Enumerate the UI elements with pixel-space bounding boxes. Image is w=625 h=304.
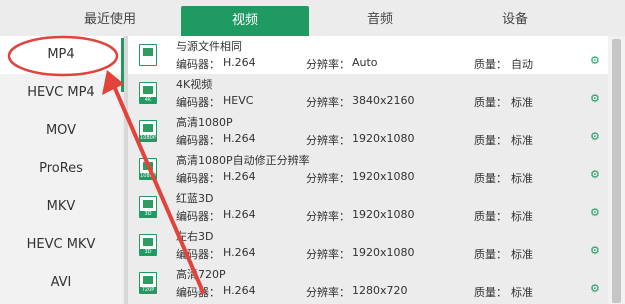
- badge-label: 3D: [140, 211, 156, 217]
- gear-icon[interactable]: ⚙: [590, 169, 600, 180]
- resolution-value: 1920x1080: [352, 132, 415, 145]
- quality-label: 质量：: [474, 96, 507, 109]
- sidebar-item-mov[interactable]: MOV: [0, 112, 122, 150]
- encoder-label: 编码器：: [176, 134, 220, 147]
- resolution-label: 分辨率：: [306, 96, 350, 109]
- badge-label: 3D: [140, 249, 156, 255]
- preset-name: 左右3D: [176, 230, 214, 243]
- 3d-icon: 3D: [139, 234, 157, 256]
- format-tab-bar: 最近使用 视频 音频 设备: [0, 0, 625, 36]
- tab-recent[interactable]: 最近使用: [60, 0, 160, 36]
- preset-name: 高清720P: [176, 268, 226, 281]
- tab-audio[interactable]: 音频: [330, 0, 430, 36]
- quality-label: 质量：: [474, 210, 507, 223]
- scrollbar-thumb[interactable]: [612, 39, 621, 303]
- resolution-label: 分辨率：: [306, 210, 350, 223]
- badge-label: 1080P: [140, 135, 156, 141]
- resolution-value: 1920x1080: [352, 246, 415, 259]
- sidebar-item-hevc-mkv[interactable]: HEVC MKV: [0, 226, 122, 264]
- tab-video[interactable]: 视频: [181, 6, 309, 36]
- badge-label: 1080P: [140, 173, 156, 179]
- preset-name: 红蓝3D: [176, 192, 214, 205]
- badge-label: 4K: [140, 97, 156, 103]
- sidebar-item-mkv[interactable]: MKV: [0, 188, 122, 226]
- resolution-label: 分辨率：: [306, 172, 350, 185]
- preset-row[interactable]: 1080P 高清1080P 编码器： H.264 分辨率： 1920x1080 …: [128, 112, 608, 150]
- preset-row[interactable]: 3D 红蓝3D 编码器： H.264 分辨率： 1920x1080 质量： 标准…: [128, 188, 608, 226]
- quality-value: 标准: [511, 210, 533, 223]
- encoder-value: H.264: [223, 284, 256, 297]
- preset-name: 高清1080P: [176, 116, 233, 129]
- 4k-icon: 4K: [139, 82, 157, 104]
- encoder-value: H.264: [223, 170, 256, 183]
- encoder-label: 编码器：: [176, 58, 220, 71]
- encoder-label: 编码器：: [176, 172, 220, 185]
- preset-name: 高清1080P自动修正分辨率: [176, 154, 310, 167]
- resolution-label: 分辨率：: [306, 248, 350, 261]
- encoder-label: 编码器：: [176, 248, 220, 261]
- resolution-value: Auto: [352, 56, 378, 69]
- sidebar-item-avi[interactable]: AVI: [0, 264, 122, 302]
- quality-label: 质量：: [474, 134, 507, 147]
- encoder-value: H.264: [223, 246, 256, 259]
- gear-icon[interactable]: ⚙: [590, 283, 600, 294]
- gear-icon[interactable]: ⚙: [590, 245, 600, 256]
- preset-row[interactable]: 3D 左右3D 编码器： H.264 分辨率： 1920x1080 质量： 标准…: [128, 226, 608, 264]
- preset-name: 4K视频: [176, 78, 213, 91]
- preset-row[interactable]: 720P 高清720P 编码器： H.264 分辨率： 1280x720 质量：…: [128, 264, 608, 302]
- quality-value: 标准: [511, 96, 533, 109]
- preset-list: 与源文件相同 编码器： H.264 分辨率： Auto 质量： 自动 ⚙ 4K …: [128, 36, 608, 304]
- 1080p-icon: 1080P: [139, 120, 157, 142]
- resolution-label: 分辨率：: [306, 134, 350, 147]
- preset-row[interactable]: 4K 4K视频 编码器： HEVC 分辨率： 3840x2160 质量： 标准 …: [128, 74, 608, 112]
- tab-device[interactable]: 设备: [465, 0, 565, 36]
- encoder-value: H.264: [223, 56, 256, 69]
- quality-value: 标准: [511, 134, 533, 147]
- quality-value: 标准: [511, 286, 533, 299]
- gear-icon[interactable]: ⚙: [590, 131, 600, 142]
- preset-row[interactable]: 与源文件相同 编码器： H.264 分辨率： Auto 质量： 自动 ⚙: [128, 36, 608, 74]
- encoder-label: 编码器：: [176, 210, 220, 223]
- badge-label: 720P: [140, 287, 156, 293]
- encoder-label: 编码器：: [176, 286, 220, 299]
- gear-icon[interactable]: ⚙: [590, 55, 600, 66]
- sidebar-item-mp4[interactable]: MP4: [0, 36, 122, 74]
- 720p-icon: 720P: [139, 272, 157, 294]
- gear-icon[interactable]: ⚙: [590, 207, 600, 218]
- resolution-label: 分辨率：: [306, 286, 350, 299]
- resolution-value: 1280x720: [352, 284, 408, 297]
- resolution-value: 1920x1080: [352, 170, 415, 183]
- scrollbar[interactable]: [608, 36, 625, 304]
- gear-icon[interactable]: ⚙: [590, 93, 600, 104]
- film-icon: [139, 44, 157, 66]
- resolution-value: 1920x1080: [352, 208, 415, 221]
- encoder-value: HEVC: [223, 94, 254, 107]
- quality-label: 质量：: [474, 58, 507, 71]
- resolution-value: 3840x2160: [352, 94, 415, 107]
- quality-value: 标准: [511, 248, 533, 261]
- format-sidebar: MP4 HEVC MP4 MOV ProRes MKV HEVC MKV AVI: [0, 36, 122, 304]
- 3d-icon: 3D: [139, 196, 157, 218]
- encoder-label: 编码器：: [176, 96, 220, 109]
- preset-name: 与源文件相同: [176, 40, 242, 53]
- quality-label: 质量：: [474, 248, 507, 261]
- encoder-value: H.264: [223, 132, 256, 145]
- encoder-value: H.264: [223, 208, 256, 221]
- quality-value: 自动: [511, 58, 533, 71]
- sidebar-item-prores[interactable]: ProRes: [0, 150, 122, 188]
- quality-value: 标准: [511, 172, 533, 185]
- preset-row[interactable]: 1080P 高清1080P自动修正分辨率 编码器： H.264 分辨率： 192…: [128, 150, 608, 188]
- quality-label: 质量：: [474, 172, 507, 185]
- sidebar-item-hevc-mp4[interactable]: HEVC MP4: [0, 74, 122, 112]
- resolution-label: 分辨率：: [306, 58, 350, 71]
- quality-label: 质量：: [474, 286, 507, 299]
- 1080p-icon: 1080P: [139, 158, 157, 180]
